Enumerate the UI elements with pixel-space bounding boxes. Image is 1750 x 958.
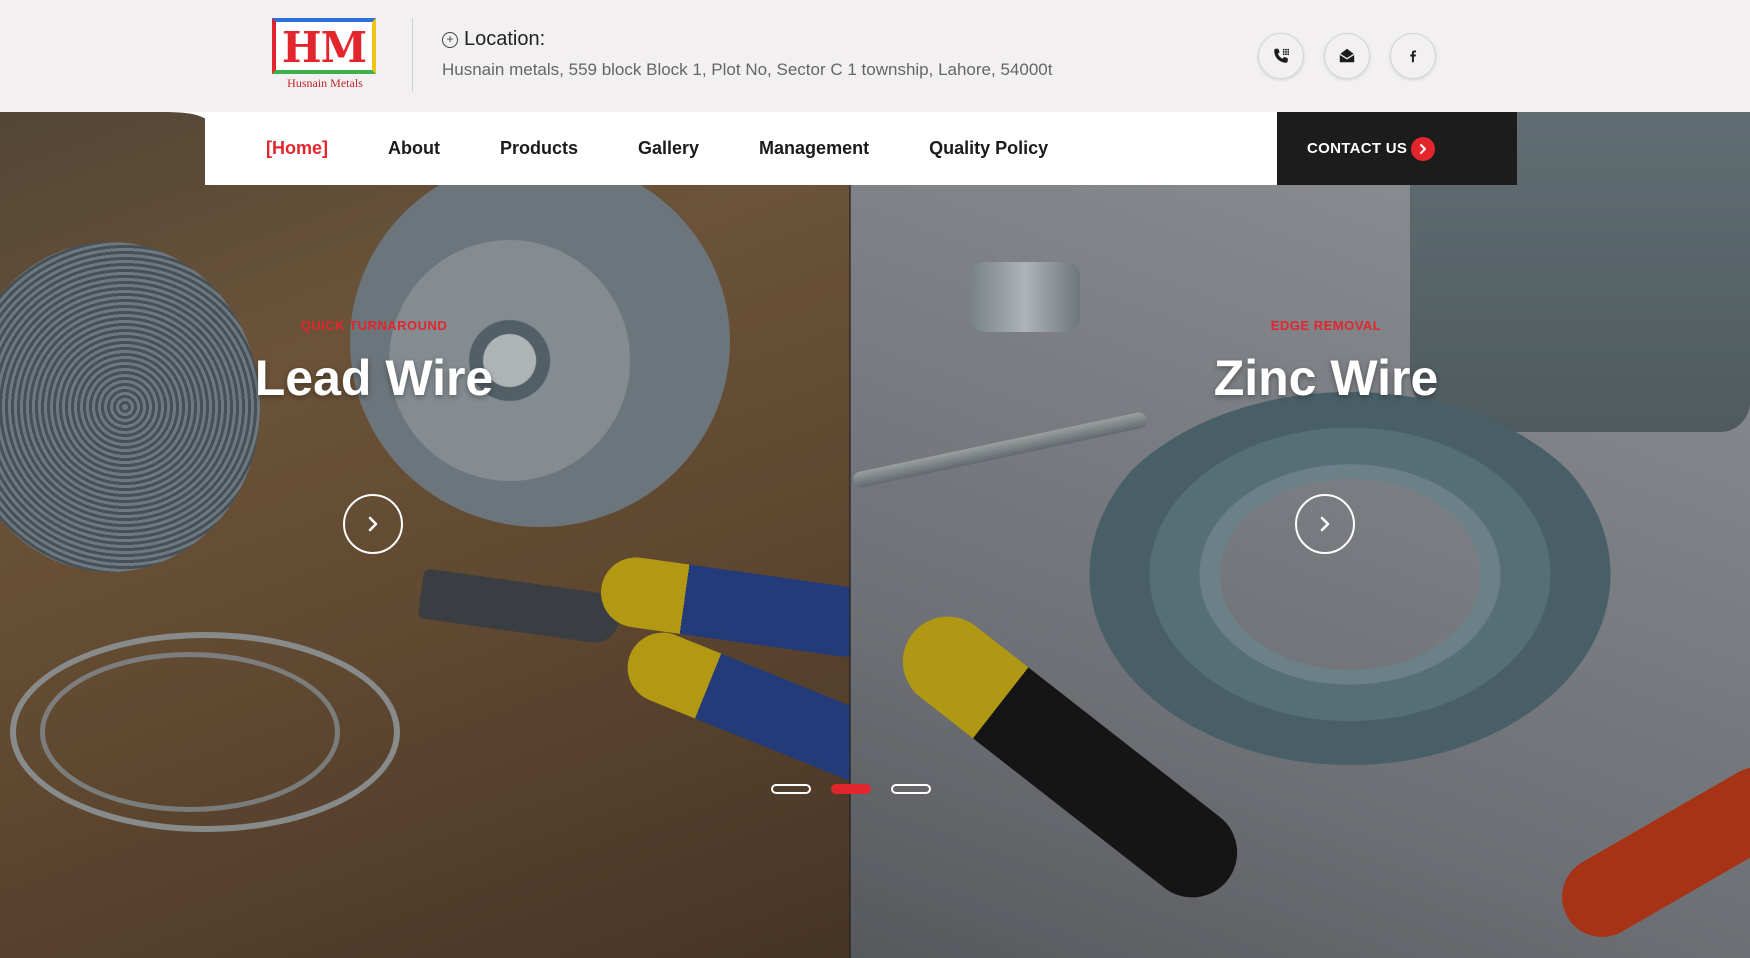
slide-divider [849, 112, 851, 958]
nav-item-management[interactable]: Management [759, 138, 869, 159]
chevron-right-icon [368, 516, 378, 532]
mail-button[interactable] [1324, 33, 1370, 79]
logo-letters: HM [281, 23, 367, 72]
slide-next-button[interactable] [343, 494, 403, 554]
slide-caption: EDGE REMOVAL Zinc Wire [1126, 318, 1526, 407]
hero-carousel [0, 112, 1750, 958]
mail-icon [1339, 48, 1355, 63]
location-heading: + Location: [442, 28, 545, 51]
facebook-button[interactable] [1390, 33, 1436, 79]
image-overlay [0, 112, 850, 958]
contact-us-button[interactable]: CONTACT US [1277, 112, 1750, 185]
slide-tag: QUICK TURNAROUND [300, 318, 448, 333]
logo-frame: HM [272, 18, 376, 74]
nav-item-quality-policy[interactable]: Quality Policy [929, 138, 1048, 159]
nav-item-products[interactable]: Products [500, 138, 578, 159]
company-logo[interactable]: HM Husnain Metals [270, 18, 380, 94]
arrow-right-icon [1411, 137, 1435, 161]
phone-button[interactable] [1258, 33, 1304, 79]
location-address: Husnain metals, 559 block Block 1, Plot … [442, 60, 1053, 79]
header-divider [412, 18, 413, 92]
slide-tag: EDGE REMOVAL [1270, 318, 1382, 333]
nav-item-about[interactable]: About [388, 138, 440, 159]
contact-us-label: CONTACT US [1307, 140, 1408, 157]
slide-next-button[interactable] [1295, 494, 1355, 554]
carousel-dot-active[interactable] [831, 784, 871, 794]
chevron-right-icon [1320, 516, 1330, 532]
nav-item-gallery[interactable]: Gallery [638, 138, 699, 159]
carousel-pagination [771, 784, 931, 794]
logo-caption: Husnain Metals [287, 76, 363, 90]
carousel-dot[interactable] [891, 784, 931, 794]
phone-icon [1274, 48, 1290, 63]
top-header: HM Husnain Metals + Location: Husnain me… [0, 0, 1750, 112]
slide-title: Zinc Wire [1213, 350, 1439, 406]
facebook-icon [1410, 50, 1417, 63]
nav-item-home[interactable]: [Home] [266, 138, 328, 159]
carousel-dot[interactable] [771, 784, 811, 794]
slide-lead-wire-image [0, 112, 850, 958]
slide-caption: QUICK TURNAROUND Lead Wire [174, 318, 574, 407]
location-pin-icon: + [442, 31, 458, 48]
slide-title: Lead Wire [254, 350, 494, 406]
nav-menu: [Home] About Products Gallery Management… [266, 112, 1108, 185]
location-title: Location: [464, 28, 546, 50]
